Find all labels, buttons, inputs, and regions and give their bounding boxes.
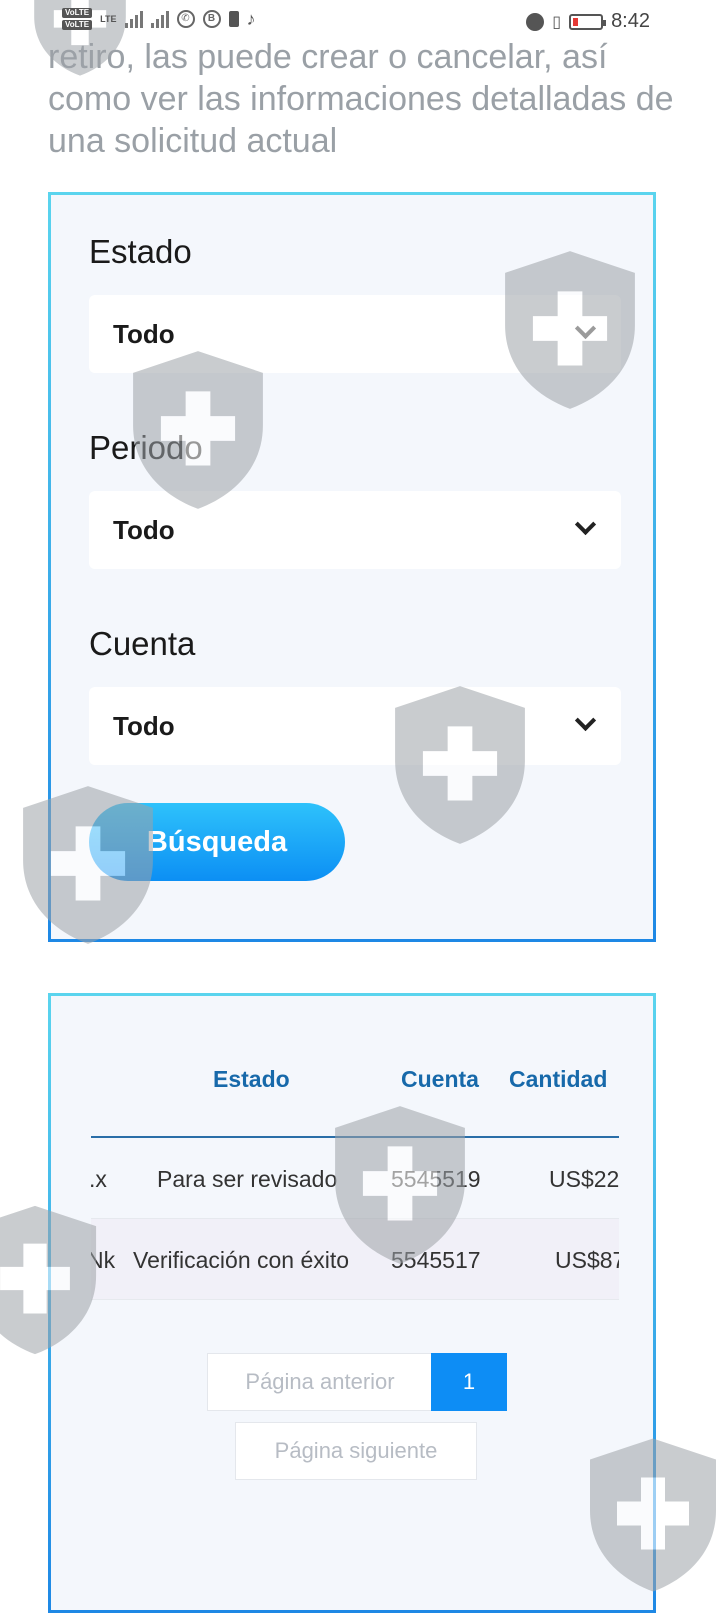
cell-cuenta: 5545517 bbox=[391, 1247, 481, 1273]
battery-level bbox=[573, 17, 579, 26]
alarm-icon bbox=[526, 12, 545, 31]
periodo-select[interactable]: Todo bbox=[89, 491, 621, 569]
periodo-label: Periodo bbox=[89, 429, 203, 466]
table-row[interactable]: Nk Verificación con éxito 5545517 US$87 bbox=[91, 1219, 619, 1300]
battery-low-icon bbox=[569, 13, 607, 30]
cell-id: .x bbox=[91, 1166, 107, 1192]
chevron-down-icon bbox=[574, 513, 597, 536]
chevron-down-icon bbox=[574, 317, 597, 340]
cell-cantidad: US$22 bbox=[549, 1166, 619, 1192]
periodo-select-value: Todo bbox=[113, 515, 175, 545]
next-page-button[interactable]: Página siguiente bbox=[235, 1422, 477, 1480]
page-number-button[interactable]: 1 bbox=[431, 1353, 507, 1411]
header-cuenta[interactable]: Cuenta bbox=[401, 1066, 479, 1093]
table-row[interactable]: .x Para ser revisado 5545519 US$22 bbox=[91, 1138, 619, 1219]
status-bar: VoLTE VoLTE LTE ✆ B ♪ ▯ 8:42 bbox=[0, 0, 720, 48]
cell-cuenta: 5545519 bbox=[391, 1166, 481, 1192]
header-estado[interactable]: Estado bbox=[213, 1066, 290, 1093]
cell-estado: Verificación con éxito bbox=[133, 1247, 350, 1273]
tiktok-icon: ♪ bbox=[246, 8, 256, 29]
results-panel: Estado Cuenta Cantidad .x Para ser revis… bbox=[48, 993, 656, 1613]
b-app-icon: B bbox=[202, 10, 221, 28]
whatsapp-icon: ✆ bbox=[176, 10, 195, 28]
status-bar-left: VoLTE VoLTE LTE ✆ B ♪ bbox=[62, 8, 256, 30]
volte-badges: VoLTE VoLTE bbox=[62, 8, 93, 30]
signal-icon bbox=[124, 10, 143, 28]
notification-icon bbox=[228, 11, 239, 27]
header-cantidad[interactable]: Cantidad bbox=[509, 1066, 607, 1093]
signal-icon-2 bbox=[150, 10, 169, 28]
table-header: Estado Cuenta Cantidad bbox=[91, 1036, 619, 1138]
search-button[interactable]: Búsqueda bbox=[89, 803, 345, 881]
cell-id: Nk bbox=[91, 1247, 116, 1273]
estado-label: Estado bbox=[89, 233, 192, 270]
cuenta-label: Cuenta bbox=[89, 625, 196, 662]
status-bar-right: ▯ 8:42 bbox=[526, 10, 650, 33]
estado-select-value: Todo bbox=[113, 319, 175, 349]
volte-badge-2: VoLTE bbox=[62, 20, 93, 30]
cuenta-select-value: Todo bbox=[113, 711, 175, 741]
estado-select[interactable]: Todo bbox=[89, 295, 621, 373]
cuenta-select[interactable]: Todo bbox=[89, 687, 621, 765]
network-type: LTE bbox=[100, 14, 117, 24]
cell-estado: Para ser revisado bbox=[157, 1166, 338, 1192]
clock: 8:42 bbox=[611, 10, 650, 32]
cell-cantidad: US$87 bbox=[555, 1247, 619, 1273]
intro-text: retiro, las puede crear o cancelar, así … bbox=[48, 38, 674, 160]
vibrate-icon: ▯ bbox=[552, 13, 562, 31]
previous-page-button[interactable]: Página anterior bbox=[207, 1353, 433, 1411]
filter-panel: Estado Todo Periodo Todo Cuenta Todo Bús… bbox=[48, 192, 656, 942]
chevron-down-icon bbox=[574, 709, 597, 732]
results-table: Estado Cuenta Cantidad .x Para ser revis… bbox=[91, 1036, 619, 1300]
volte-badge-1: VoLTE bbox=[62, 8, 93, 18]
